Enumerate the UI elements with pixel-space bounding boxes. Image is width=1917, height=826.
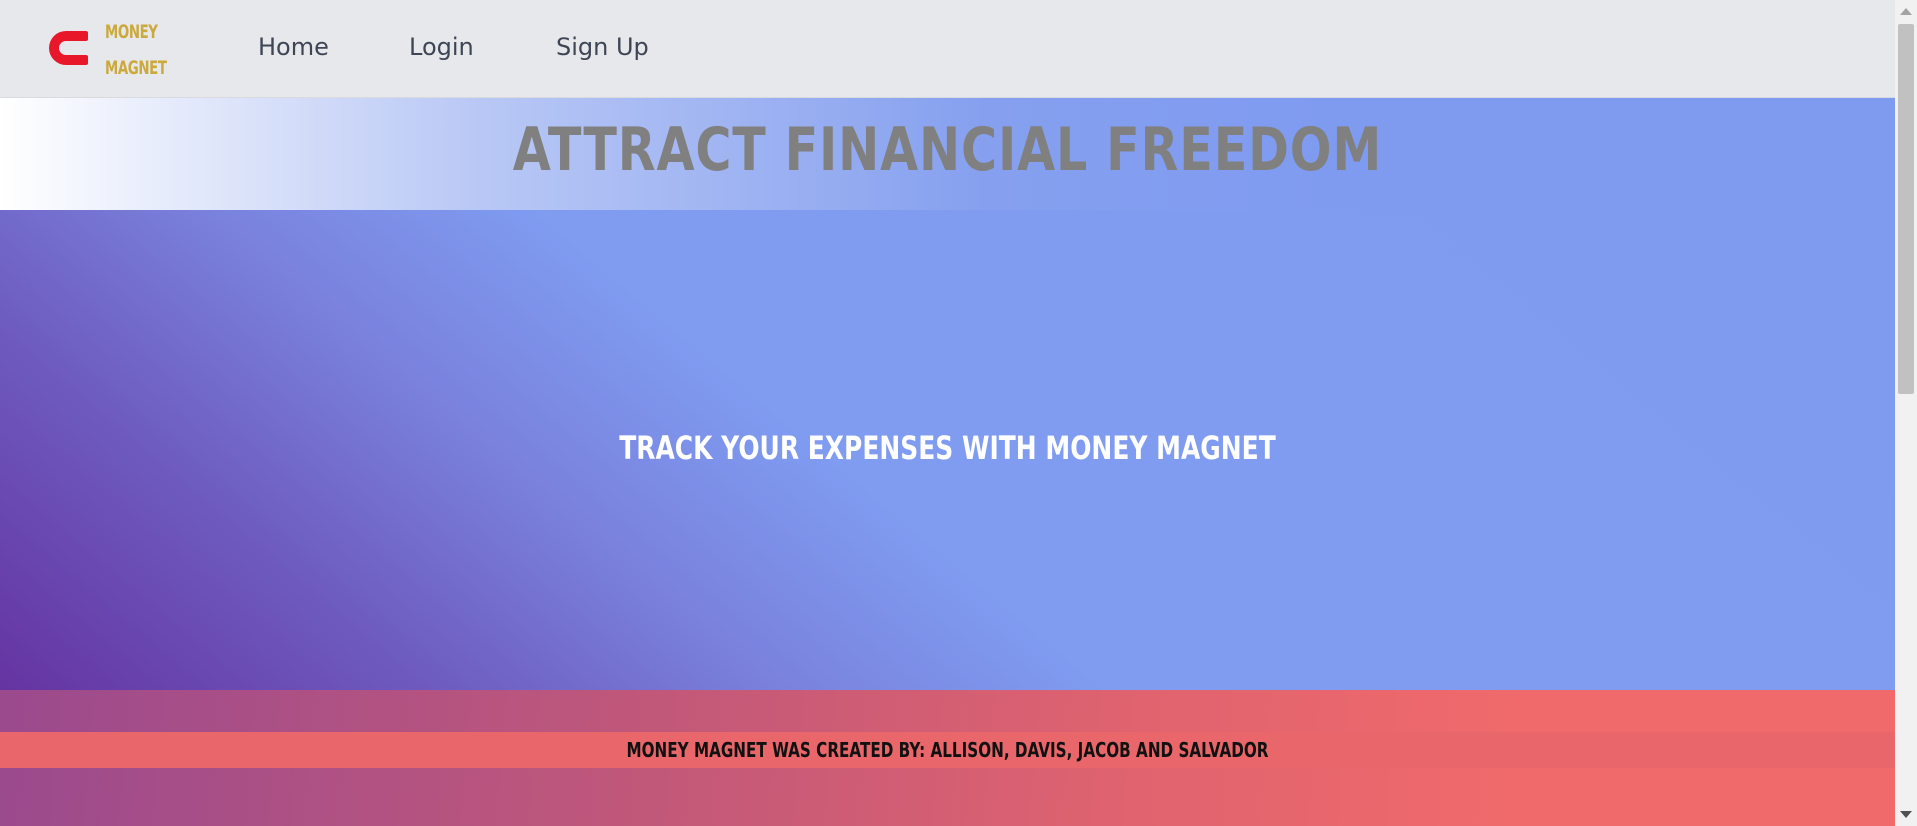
page: MONEY MAGNET Home Login Sign Up ATTRACT …: [0, 0, 1895, 826]
vertical-scrollbar[interactable]: [1895, 0, 1917, 826]
brand-line-1: MONEY: [105, 21, 158, 43]
brand-line-2: MAGNET: [105, 57, 167, 79]
scroll-down-arrow-icon[interactable]: [1900, 811, 1912, 818]
brand-name[interactable]: MONEY MAGNET: [105, 14, 167, 86]
footer-credits: MONEY MAGNET WAS CREATED BY: ALLISON, DA…: [626, 738, 1269, 762]
nav-home-link[interactable]: Home: [258, 33, 329, 61]
hero-tagline: TRACK YOUR EXPENSES WITH MONEY MAGNET: [619, 429, 1276, 467]
scroll-up-arrow-icon[interactable]: [1900, 8, 1912, 15]
magnet-icon[interactable]: [46, 25, 92, 71]
navbar: MONEY MAGNET Home Login Sign Up: [0, 0, 1895, 98]
nav-login-link[interactable]: Login: [409, 33, 474, 61]
nav-signup-link[interactable]: Sign Up: [556, 33, 649, 61]
page-title: ATTRACT FINANCIAL FREEDOM: [512, 115, 1383, 185]
scrollbar-thumb[interactable]: [1898, 24, 1914, 394]
